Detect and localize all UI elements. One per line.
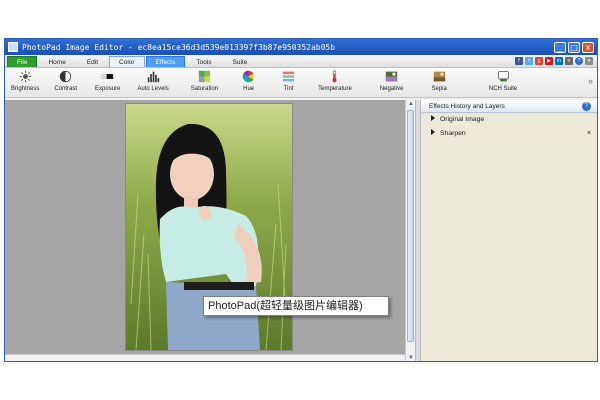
temperature-button[interactable]: Temperature <box>308 70 362 92</box>
negative-label: Negative <box>379 86 404 92</box>
tooltip: PhotoPad(超轻量级图片编辑器) <box>203 296 389 316</box>
google-plus-icon[interactable]: g <box>535 57 543 65</box>
nch-suite-button[interactable]: NCH Suite <box>459 70 525 92</box>
chevron-down-icon[interactable]: ▾ <box>585 57 593 65</box>
contrast-button[interactable]: Contrast <box>45 70 86 92</box>
settings-icon[interactable]: ≡ <box>565 57 573 65</box>
panel-header: Effects History and Layers ? <box>421 100 597 113</box>
hue-icon <box>242 70 255 83</box>
layer-label: Original Image <box>440 116 485 123</box>
exposure-icon <box>102 74 114 79</box>
vertical-scrollbar[interactable]: ▲ ▼ <box>405 100 415 361</box>
app-window: PhotoPad Image Editor - ec8ea15ce36d3d53… <box>4 38 598 362</box>
exposure-label: Exposure <box>95 86 121 92</box>
panel-help-icon[interactable]: ? <box>582 102 591 111</box>
brightness-button[interactable]: Brightness <box>5 70 45 92</box>
expand-triangle-icon[interactable] <box>431 115 435 121</box>
tab-edit[interactable]: Edit <box>77 56 108 67</box>
expand-triangle-icon[interactable] <box>431 129 435 135</box>
minimize-button[interactable]: _ <box>554 41 566 53</box>
sepia-icon <box>433 71 445 82</box>
negative-icon <box>385 71 398 82</box>
layer-label: Sharpen <box>440 130 466 137</box>
scroll-down-icon[interactable]: ▼ <box>407 354 415 361</box>
saturation-button[interactable]: Saturation <box>177 70 228 92</box>
levels-icon <box>147 71 159 83</box>
linkedin-icon[interactable]: in <box>555 57 563 65</box>
help-icon[interactable]: ? <box>575 57 583 65</box>
negative-button[interactable]: Negative <box>362 70 416 92</box>
brightness-icon <box>19 70 31 83</box>
maximize-button[interactable]: □ <box>568 41 580 53</box>
remove-layer-icon[interactable]: × <box>587 127 591 141</box>
nch-suite-icon <box>497 71 509 82</box>
brightness-label: Brightness <box>11 86 40 92</box>
tint-label: Tint <box>283 86 294 92</box>
saturation-label: Saturation <box>190 86 219 92</box>
social-links: f t g ▶ in ≡ ? ▾ <box>515 55 597 67</box>
twitter-icon[interactable]: t <box>525 57 533 65</box>
horizontal-scrollbar[interactable] <box>5 354 405 361</box>
facebook-icon[interactable]: f <box>515 57 523 65</box>
effects-panel: Effects History and Layers ? Original Im… <box>420 100 597 361</box>
tab-effects[interactable]: Effects <box>145 56 186 67</box>
tab-color[interactable]: Color <box>109 56 145 67</box>
tab-suite[interactable]: Suite <box>223 56 258 67</box>
window-title: PhotoPad Image Editor - ec8ea15ce36d3d53… <box>22 42 336 52</box>
sepia-button[interactable]: Sepia <box>416 70 459 92</box>
contrast-label: Contrast <box>54 86 78 92</box>
menu-bar: File Home Edit Color Effects Tools Suite… <box>5 55 597 68</box>
layer-item-sharpen[interactable]: Sharpen × <box>421 127 597 141</box>
tab-home[interactable]: Home <box>38 56 75 67</box>
panel-title: Effects History and Layers <box>429 103 505 110</box>
scrollbar-thumb[interactable] <box>407 110 414 342</box>
image-canvas[interactable]: PhotoPad(超轻量级图片编辑器) <box>5 100 405 361</box>
tint-icon <box>282 71 295 82</box>
contrast-icon <box>60 70 72 83</box>
tab-file[interactable]: File <box>7 56 38 67</box>
saturation-icon <box>198 70 211 83</box>
thermometer-icon <box>332 70 337 83</box>
youtube-icon[interactable]: ▶ <box>545 57 553 65</box>
auto-levels-button[interactable]: Auto Levels <box>129 70 176 92</box>
app-icon <box>8 42 18 52</box>
toolbar-more-button[interactable]: » <box>588 70 597 92</box>
exposure-button[interactable]: Exposure <box>86 70 129 92</box>
temperature-label: Temperature <box>318 86 352 92</box>
toolbar: Brightness Contrast Exposure Auto Levels… <box>5 68 597 98</box>
sepia-label: Sepia <box>431 86 447 92</box>
close-button[interactable]: x <box>582 41 594 53</box>
tab-tools[interactable]: Tools <box>186 56 221 67</box>
title-bar[interactable]: PhotoPad Image Editor - ec8ea15ce36d3d53… <box>5 39 597 55</box>
scroll-up-icon[interactable]: ▲ <box>407 100 415 108</box>
hue-button[interactable]: Hue <box>228 70 269 92</box>
tint-button[interactable]: Tint <box>269 70 308 92</box>
auto-levels-label: Auto Levels <box>137 86 169 92</box>
nch-suite-label: NCH Suite <box>488 86 518 92</box>
hue-label: Hue <box>243 86 255 92</box>
layer-item-original[interactable]: Original Image <box>421 113 597 127</box>
